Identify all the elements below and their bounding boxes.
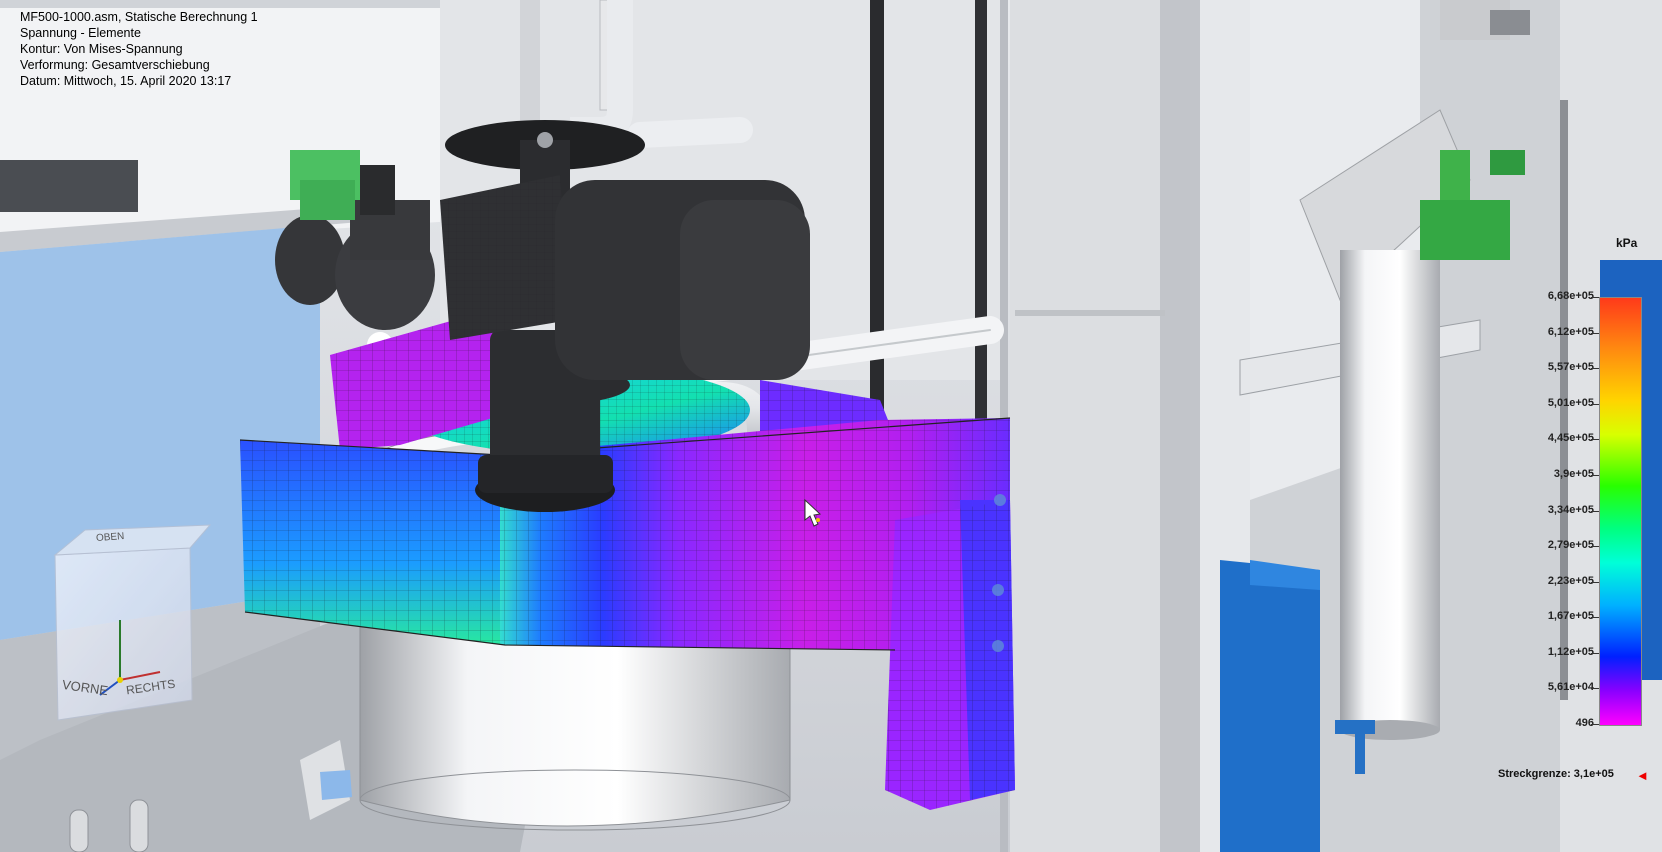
legend-label: 1,67e+05 [1547, 610, 1594, 623]
legend-tick [1591, 368, 1599, 370]
viewcube-top-label[interactable]: OBEN [96, 531, 125, 544]
legend-tick [1591, 510, 1599, 512]
legend-unit: kPa [1616, 236, 1638, 250]
legend-tick [1591, 724, 1599, 725]
legend-label: 3,9e+05 [1553, 467, 1594, 480]
model-scene[interactable] [0, 0, 1662, 852]
info-contour: Kontur: Von Mises-Spannung [20, 42, 183, 56]
legend-labels: 6,68e+05 6,12e+05 5,57e+05 5,01e+05 4,45e+05… [1508, 288, 1594, 738]
legend-label: 3,34e+05 [1547, 503, 1594, 516]
legend-label: 4,45e+05 [1547, 432, 1594, 445]
legend-label: 5,61e+04 [1547, 681, 1594, 694]
legend-label: 2,23e+05 [1547, 574, 1594, 587]
legend-tick [1591, 546, 1599, 548]
legend-tick [1591, 617, 1599, 619]
legend-tick [1591, 581, 1599, 583]
legend-tick [1591, 474, 1599, 476]
info-date: Datum: Mittwoch, 15. April 2020 13:17 [20, 74, 232, 88]
legend-label: 6,68e+05 [1547, 290, 1594, 302]
legend-tick [1591, 652, 1599, 654]
legend-label: 496 [1575, 717, 1594, 729]
yield-strength-label: Streckgrenze: 3,1e+05 [1498, 768, 1614, 780]
legend-label: 5,01e+05 [1547, 396, 1594, 409]
info-result-type: Spannung - Elemente [20, 26, 141, 40]
yield-arrow-icon: ◄ [1636, 768, 1649, 783]
legend-tick [1591, 403, 1599, 405]
legend-tick [1591, 439, 1599, 441]
legend-label: 1,12e+05 [1547, 645, 1594, 658]
info-model-title: MF500-1000.asm, Statische Berechnung 1 [20, 10, 258, 24]
legend-label: 2,79e+05 [1547, 539, 1594, 552]
right-column [1010, 0, 1250, 852]
legend-label: 6,12e+05 [1547, 325, 1594, 338]
legend-tick [1591, 688, 1599, 690]
legend-tick [1591, 332, 1599, 334]
legend-label: 5,57e+05 [1547, 361, 1594, 374]
info-deformation: Verformung: Gesamtverschiebung [20, 58, 210, 72]
analysis-info: MF500-1000.asm, Statische Berechnung 1 S… [20, 9, 258, 89]
legend-color-bar[interactable] [1599, 297, 1642, 726]
cad-viewport[interactable]: MF500-1000.asm, Statische Berechnung 1 S… [0, 0, 1662, 852]
legend-tick [1591, 297, 1599, 298]
